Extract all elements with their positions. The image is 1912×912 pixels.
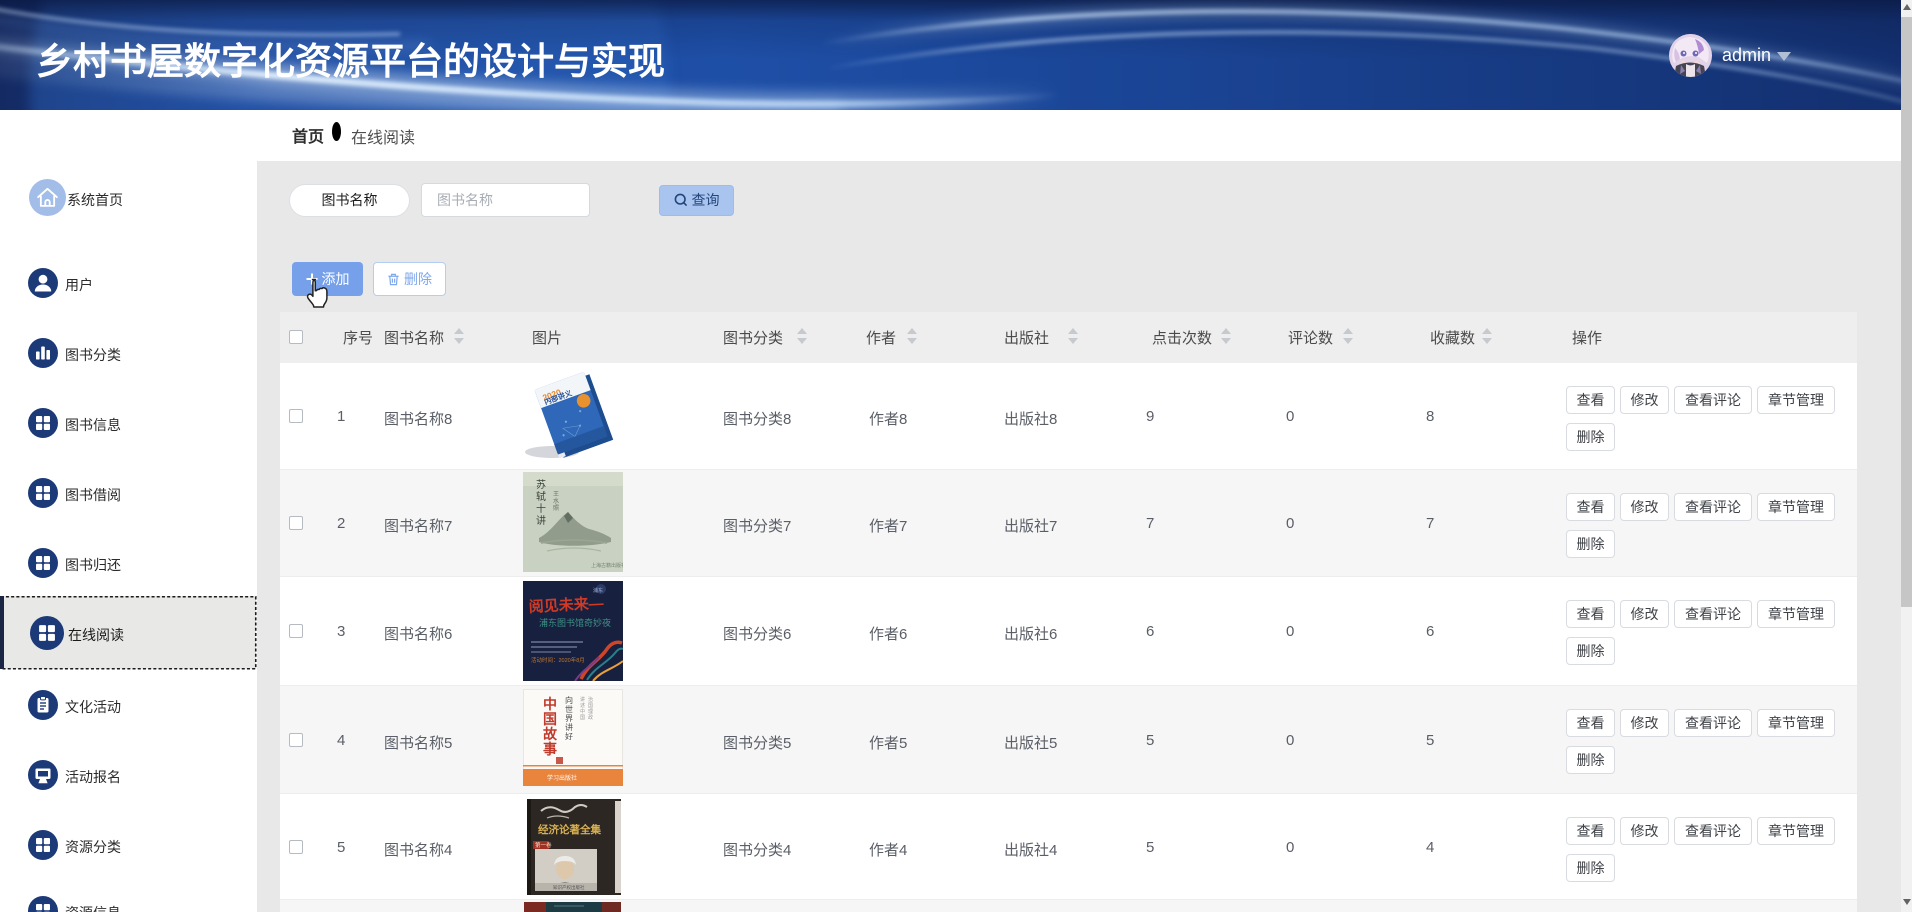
- svg-text:讲: 讲: [565, 722, 573, 732]
- svg-text:活动时间：2020年8月: 活动时间：2020年8月: [531, 656, 585, 664]
- svg-text:中: 中: [580, 708, 585, 715]
- svg-text:事: 事: [543, 741, 557, 757]
- svg-text:向: 向: [565, 695, 573, 705]
- svg-text:浦东: 浦东: [593, 587, 603, 594]
- svg-text:述: 述: [580, 702, 585, 709]
- svg-text:经济论著全集: 经济论著全集: [538, 823, 601, 836]
- svg-text:照: 照: [553, 505, 559, 512]
- svg-text:十: 十: [536, 502, 546, 515]
- svg-text:政: 政: [588, 714, 593, 721]
- svg-text:苏: 苏: [536, 478, 546, 491]
- svg-text:水: 水: [553, 497, 559, 505]
- svg-text:讲: 讲: [536, 514, 546, 527]
- svg-text:第一卷: 第一卷: [535, 841, 552, 849]
- svg-text:国: 国: [580, 715, 585, 721]
- svg-text:王: 王: [553, 491, 559, 498]
- svg-text:讲: 讲: [580, 696, 585, 703]
- svg-text:国: 国: [543, 711, 557, 727]
- svg-text:世: 世: [565, 704, 573, 714]
- svg-text:轼: 轼: [536, 490, 546, 503]
- svg-text:中: 中: [543, 696, 557, 712]
- svg-text:学习出版社: 学习出版社: [547, 774, 577, 782]
- svg-text:治: 治: [588, 696, 593, 703]
- svg-text:上海古籍出版社: 上海古籍出版社: [591, 562, 623, 569]
- svg-text:好: 好: [565, 731, 573, 741]
- svg-text:界: 界: [565, 714, 573, 723]
- svg-text:浦东图书馆奇妙夜: 浦东图书馆奇妙夜: [539, 617, 611, 628]
- svg-text:故: 故: [543, 726, 558, 742]
- svg-text:知识产权出版社: 知识产权出版社: [553, 884, 585, 891]
